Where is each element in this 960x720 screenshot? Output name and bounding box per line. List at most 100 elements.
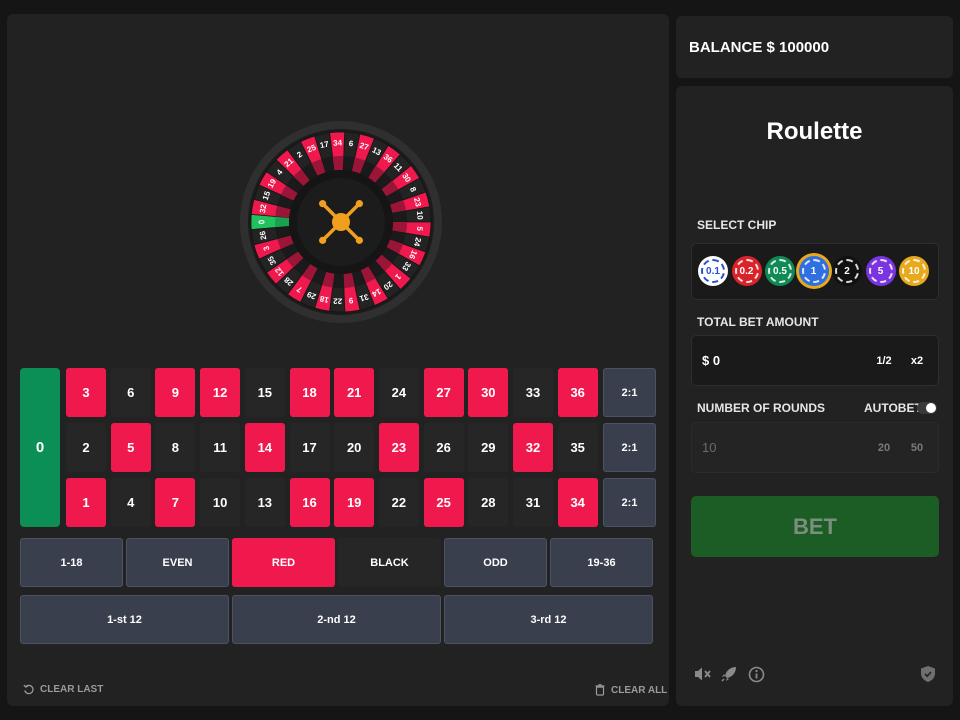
info-icon[interactable] bbox=[746, 664, 766, 684]
rocket-icon[interactable] bbox=[719, 664, 739, 684]
balance-panel: BALANCE $ 100000 bbox=[676, 16, 953, 78]
chip-5[interactable]: 5 bbox=[865, 256, 896, 286]
wheel-number-label: 0 bbox=[258, 219, 267, 224]
number-cell-31[interactable]: 31 bbox=[513, 478, 553, 527]
column-bet-2[interactable]: 2:1 bbox=[603, 423, 656, 472]
number-cell-30[interactable]: 30 bbox=[468, 368, 509, 417]
number-cell-29[interactable]: 29 bbox=[468, 423, 509, 472]
dozen-bet-3[interactable]: 3-rd 12 bbox=[444, 595, 653, 644]
chip-selector: 0.1 0.2 0.5 1 2 5 10 bbox=[691, 243, 939, 300]
wheel-number-label: 34 bbox=[333, 138, 343, 147]
chip-label: 0.2 bbox=[739, 265, 754, 277]
number-cell-8[interactable]: 8 bbox=[155, 423, 196, 472]
roulette-wheel: 0 32 15 19 4 21 2 25 17 34 6 27 13 36 11 30 8 23 10 5 24 16 33… bbox=[239, 76, 443, 360]
half-bet-button[interactable]: 1/2 bbox=[870, 346, 898, 376]
number-cell-20[interactable]: 20 bbox=[334, 423, 375, 472]
game-title: Roulette bbox=[766, 118, 863, 145]
provably-fair-shield-icon[interactable] bbox=[918, 664, 938, 684]
bet-1-18[interactable]: 1-18 bbox=[20, 538, 123, 587]
number-cell-28[interactable]: 28 bbox=[468, 478, 509, 527]
number-cell-22[interactable]: 22 bbox=[378, 478, 419, 527]
turret-knob bbox=[355, 236, 363, 244]
bet-19-36[interactable]: 19-36 bbox=[550, 538, 653, 587]
number-cell-21[interactable]: 21 bbox=[334, 368, 375, 417]
number-cell-13[interactable]: 13 bbox=[244, 478, 285, 527]
even-money-bets: 1-18 EVEN RED BLACK ODD 19-36 bbox=[20, 538, 653, 587]
chip-label: 1 bbox=[810, 265, 817, 277]
dozen-bet-1[interactable]: 1-st 12 bbox=[20, 595, 229, 644]
turret-center bbox=[332, 213, 350, 231]
number-cell-12[interactable]: 12 bbox=[200, 368, 241, 417]
trash-icon bbox=[595, 684, 605, 696]
number-cell-36[interactable]: 36 bbox=[557, 368, 598, 417]
total-bet-label: TOTAL BET AMOUNT bbox=[697, 315, 819, 329]
number-cell-26[interactable]: 26 bbox=[423, 423, 464, 472]
number-cell-1[interactable]: 1 bbox=[66, 478, 106, 527]
number-cell-6[interactable]: 6 bbox=[110, 368, 151, 417]
control-panel: Roulette SELECT CHIP 0.1 0.2 0.5 1 2 5 10 TOTA… bbox=[676, 86, 953, 706]
number-cell-2[interactable]: 2 bbox=[66, 423, 106, 472]
number-cell-24[interactable]: 24 bbox=[378, 368, 419, 417]
number-cell-25[interactable]: 25 bbox=[423, 478, 464, 527]
number-cell-3[interactable]: 3 bbox=[66, 368, 106, 417]
wheel-graphic: 0321519421225 17 34 6 27 13361130823105241633… bbox=[240, 121, 442, 323]
number-cell-11[interactable]: 11 bbox=[200, 423, 241, 472]
rounds-50-button[interactable]: 50 bbox=[903, 433, 931, 463]
chip-1[interactable]: 1 bbox=[798, 256, 829, 286]
clear-all-button[interactable]: CLEAR ALL bbox=[595, 684, 667, 696]
number-cell-18[interactable]: 18 bbox=[289, 368, 330, 417]
rounds-input[interactable]: 10 20 50 bbox=[691, 422, 939, 473]
number-cell-35[interactable]: 35 bbox=[557, 423, 598, 472]
balance-text: BALANCE $ 100000 bbox=[689, 38, 830, 56]
bet-red[interactable]: RED bbox=[232, 538, 335, 587]
game-panel: 0 32 15 19 4 21 2 25 17 34 6 27 13 36 11 30 8 23 10 5 24 16 33… bbox=[7, 14, 669, 706]
dozen-bets: 1-st 12 2-nd 12 3-rd 12 bbox=[20, 595, 653, 644]
bet-odd[interactable]: ODD bbox=[444, 538, 547, 587]
chip-10[interactable]: 10 bbox=[899, 256, 929, 286]
select-chip-label: SELECT CHIP bbox=[697, 218, 777, 232]
number-cell-10[interactable]: 10 bbox=[200, 478, 241, 527]
double-bet-button[interactable]: x2 bbox=[903, 346, 931, 376]
number-cell-33[interactable]: 33 bbox=[513, 368, 553, 417]
clear-last-button[interactable]: CLEAR LAST bbox=[23, 684, 103, 695]
number-cell-5[interactable]: 5 bbox=[110, 423, 151, 472]
chip-label: 10 bbox=[908, 265, 920, 277]
column-bet-1[interactable]: 2:1 bbox=[603, 368, 656, 417]
turret-knob bbox=[355, 200, 363, 208]
number-cell-4[interactable]: 4 bbox=[110, 478, 151, 527]
number-cell-23[interactable]: 23 bbox=[378, 423, 419, 472]
number-cell-19[interactable]: 19 bbox=[334, 478, 375, 527]
dozen-bet-2[interactable]: 2-nd 12 bbox=[232, 595, 441, 644]
chip-label: 0.1 bbox=[706, 265, 720, 277]
chip-0-5[interactable]: 0.5 bbox=[765, 256, 795, 286]
number-cell-9[interactable]: 9 bbox=[155, 368, 196, 417]
number-cell-27[interactable]: 27 bbox=[423, 368, 464, 417]
wheel-number-label: 10 bbox=[415, 210, 425, 220]
number-cell-16[interactable]: 16 bbox=[289, 478, 330, 527]
bet-black[interactable]: BLACK bbox=[338, 538, 441, 587]
clear-all-label: CLEAR ALL bbox=[611, 684, 668, 696]
wheel-pocket-inner bbox=[275, 216, 290, 228]
total-bet-input[interactable]: $ 0 1/2 x2 bbox=[691, 335, 939, 386]
column-bet-3[interactable]: 2:1 bbox=[603, 478, 656, 527]
number-cell-15[interactable]: 15 bbox=[244, 368, 285, 417]
number-cell-17[interactable]: 17 bbox=[289, 423, 330, 472]
rounds-value: 10 bbox=[702, 440, 717, 455]
chip-0-2[interactable]: 0.2 bbox=[731, 256, 762, 286]
number-cell-32[interactable]: 32 bbox=[513, 423, 553, 472]
wheel-pocket-inner bbox=[332, 156, 344, 171]
rounds-20-button[interactable]: 20 bbox=[870, 433, 898, 463]
turret-knob bbox=[319, 236, 327, 244]
number-cell-7[interactable]: 7 bbox=[155, 478, 196, 527]
number-cell-34[interactable]: 34 bbox=[557, 478, 598, 527]
total-bet-value: $ 0 bbox=[702, 353, 721, 368]
zero-cell[interactable]: 0 bbox=[20, 368, 60, 527]
chip-0-1[interactable]: 0.1 bbox=[698, 256, 728, 286]
bet-button[interactable]: BET bbox=[691, 496, 939, 557]
mute-icon[interactable] bbox=[693, 664, 713, 684]
chip-2[interactable]: 2 bbox=[832, 256, 862, 286]
clear-last-label: CLEAR LAST bbox=[40, 684, 104, 695]
bet-even[interactable]: EVEN bbox=[126, 538, 229, 587]
autobet-toggle[interactable] bbox=[917, 402, 937, 414]
number-cell-14[interactable]: 14 bbox=[244, 423, 285, 472]
